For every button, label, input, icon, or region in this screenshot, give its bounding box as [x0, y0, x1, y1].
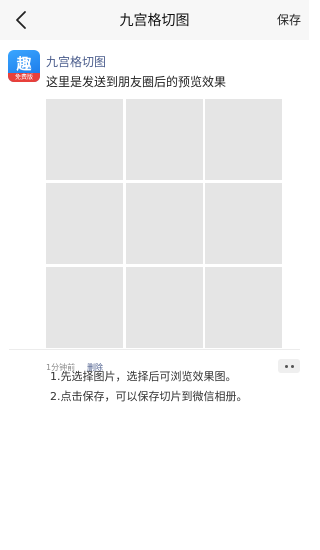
grid-cell-5[interactable]	[125, 183, 203, 264]
grid-cell-6[interactable]	[205, 183, 282, 264]
grid-cell-9[interactable]	[205, 267, 282, 348]
instruction-step-1: 1.先选择图片，选择后可浏览效果图。	[50, 370, 237, 383]
dot	[290, 364, 294, 368]
instruction-step-2: 2.点击保存，可以保存切片到微信相册。	[50, 390, 248, 403]
grid-cell-7[interactable]	[46, 267, 123, 348]
more-dots-icon[interactable]	[278, 359, 300, 373]
post-text: 这里是发送到朋友圈后的预览效果	[46, 75, 227, 89]
nine-grid-preview	[46, 99, 282, 348]
app-logo-icon: 趣 免费版	[8, 50, 40, 82]
divider	[9, 349, 300, 350]
grid-cell-2[interactable]	[125, 99, 203, 180]
save-button[interactable]: 保存	[277, 11, 301, 28]
navigation-bar: 九宫格切图 保存	[0, 0, 309, 40]
grid-cell-8[interactable]	[125, 267, 203, 348]
post-author-name: 九宫格切图	[46, 55, 107, 69]
dot	[284, 364, 288, 368]
instructions: 1.先选择图片，选择后可浏览效果图。 2.点击保存，可以保存切片到微信相册。	[50, 367, 248, 407]
grid-cell-3[interactable]	[205, 99, 282, 180]
grid-cell-4[interactable]	[46, 183, 123, 264]
page-title: 九宫格切图	[119, 13, 190, 29]
grid-cell-1[interactable]	[46, 99, 123, 180]
